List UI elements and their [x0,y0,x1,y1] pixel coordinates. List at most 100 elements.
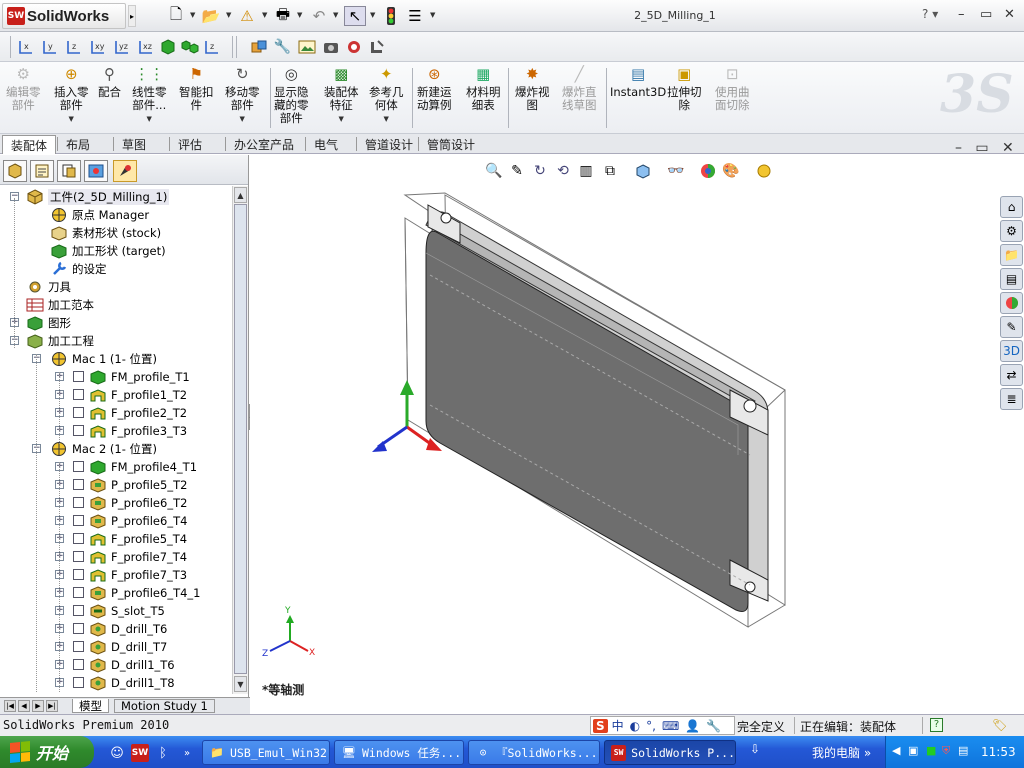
settings-wrench-icon[interactable]: 🔧 [706,719,721,733]
tree-item[interactable]: − 加工工程 [0,332,232,350]
tree-item[interactable]: + F_profile5_T4 [0,530,232,548]
tree-item[interactable]: + D_drill_T7 [0,638,232,656]
graphics-area[interactable]: Y X Z [250,155,1024,714]
tray-antivirus-icon[interactable]: ⛨ [942,744,950,758]
ribbon-button-1[interactable]: ⊕ 插入零 部件 ▼ [54,64,89,126]
tab-3[interactable]: 评估 [170,135,210,154]
appearances-icon[interactable] [1000,292,1023,314]
zoom-to-fit-icon[interactable]: 🔍 [484,162,504,180]
open-folder-icon[interactable]: 📂 [200,6,222,26]
sketch-tool-1-icon[interactable]: x [15,36,36,58]
file-explorer-icon[interactable]: ▤ [1000,268,1023,290]
print-icon[interactable]: 🖶 [272,5,294,26]
viewport-minimize-button[interactable]: – [955,140,962,156]
ribbon-button-15[interactable]: ⊡ 使用曲 面切除 [715,64,750,112]
punctuation-icon[interactable]: °, [646,719,656,733]
ribbon-button-12[interactable]: ╱ 爆炸直 线草图 [562,64,597,112]
restore-button[interactable]: ▭ [980,7,992,22]
ribbon-button-6[interactable]: ◎ 显示隐 藏的零 部件 [274,64,309,125]
tab-5[interactable]: 电气 [306,135,346,154]
visibility-checkbox[interactable] [73,515,84,526]
tree-item[interactable]: + F_profile7_T4 [0,548,232,566]
ribbon-button-4[interactable]: ⚑ 智能扣 件 [179,64,214,112]
ribbon-button-3[interactable]: ⋮⋮ 线性零 部件... ▼ [132,64,167,126]
ribbon-button-9[interactable]: ⊛ 新建运 动算例 [417,64,452,112]
undo-icon[interactable]: ↶ [308,6,330,26]
sketch-tool-7-icon[interactable]: z [201,36,222,58]
tree-item[interactable]: + F_profile1_T2 [0,386,232,404]
tab-4[interactable]: 办公室产品 [226,135,302,154]
close-button[interactable]: ✕ [1004,7,1015,22]
select-cursor-icon[interactable]: ↖ [344,6,366,26]
lighting-icon[interactable] [754,162,774,180]
sketch-tool-6-icon[interactable]: xz [135,36,156,58]
traffic-light-icon[interactable] [380,6,402,26]
tree-item[interactable]: − Mac 1 (1- 位置) [0,350,232,368]
ribbon-button-10[interactable]: ▦ 材料明 细表 [466,64,501,112]
tree-item[interactable]: + F_profile3_T3 [0,422,232,440]
visibility-checkbox[interactable] [73,497,84,508]
dropdown-arrow-icon[interactable]: ▼ [69,113,74,126]
tray-display-icon[interactable]: ▤ [958,744,968,757]
help-icon[interactable]: ? ▾ [922,7,938,21]
toolpath-icon[interactable]: ⇄ [1000,364,1023,386]
hide-show-icon[interactable]: 👓 [666,162,686,180]
tree-item[interactable]: 素材形状 (stock) [0,224,232,242]
visibility-checkbox[interactable] [73,533,84,544]
tray-app-icon[interactable]: ■ [926,744,936,757]
tree-item[interactable]: − 工件(2_5D_Milling_1) [0,188,232,206]
image-tool-icon[interactable] [296,36,317,58]
tab-motion-study[interactable]: Motion Study 1 [114,699,215,713]
options-dropdown-icon[interactable]: ▼ [430,11,435,19]
visibility-checkbox[interactable] [73,569,84,580]
sketch-tool-5-icon[interactable]: yz [111,36,132,58]
tree-item[interactable]: + D_drill_T6 [0,620,232,638]
tree-item[interactable]: + 图形 [0,314,232,332]
sketch-tool-3-icon[interactable]: z [63,36,84,58]
prev-tab-icon[interactable]: ◀ [18,700,30,712]
ribbon-button-5[interactable]: ↻ 移动零 部件 ▼ [225,64,260,126]
visibility-checkbox[interactable] [73,371,84,382]
visibility-checkbox[interactable] [73,479,84,490]
3d-content-icon[interactable]: 3D [1000,340,1023,362]
sketch-tool-2-icon[interactable]: y [39,36,60,58]
tree-item[interactable]: + FM_profile4_T1 [0,458,232,476]
visibility-checkbox[interactable] [73,461,84,472]
tree-item[interactable]: + D_drill1_T8 [0,674,232,692]
tree-item[interactable]: − Mac 2 (1- 位置) [0,440,232,458]
home-icon[interactable]: ⌂ [1000,196,1023,218]
ribbon-button-2[interactable]: ⚲ 配合 [98,64,121,99]
open-dropdown-icon[interactable]: ▼ [226,11,231,19]
quicklaunch-solidworks-icon[interactable]: SW [131,744,149,762]
solidworks-menu-button[interactable]: SW SolidWorks [2,3,126,29]
zoom-area-icon[interactable]: ✎ [507,162,527,180]
first-tab-icon[interactable]: |◀ [4,700,16,712]
next-tab-icon[interactable]: ▶ [32,700,44,712]
visibility-checkbox[interactable] [73,677,84,688]
quicklaunch-messenger-icon[interactable]: ☺ [108,744,126,762]
tree-item[interactable]: 的设定 [0,260,232,278]
taskbar-task-2[interactable]: ⊙ 『SolidWorks... [468,740,600,765]
undo-dropdown-icon[interactable]: ▼ [333,11,338,19]
tray-back-icon[interactable]: ◀ [892,744,900,757]
tree-item[interactable]: + D_drill1_T6 [0,656,232,674]
visibility-checkbox[interactable] [73,659,84,670]
tab-2[interactable]: 草图 [114,135,154,154]
tree-item[interactable]: + P_profile6_T2 [0,494,232,512]
minimize-button[interactable]: – [958,7,965,22]
visibility-checkbox[interactable] [73,641,84,652]
visibility-checkbox[interactable] [73,623,84,634]
quicklaunch-expand-icon[interactable]: » [178,744,196,762]
new-document-icon[interactable]: 🗋 [165,5,187,26]
tree-item[interactable]: + P_profile6_T4_1 [0,584,232,602]
start-button[interactable]: 开始 [0,736,94,768]
property-manager-tab-icon[interactable] [30,160,54,182]
new-dropdown-icon[interactable]: ▼ [190,11,195,19]
menu-expand-arrow[interactable]: ▸ [128,5,136,27]
rebuild-dropdown-icon[interactable]: ▼ [262,11,267,19]
select-dropdown-icon[interactable]: ▼ [370,11,375,19]
tab-7[interactable]: 管筒设计 [419,135,483,154]
component-tool-1-icon[interactable] [248,36,269,58]
display-style-icon[interactable] [633,162,653,180]
render-tool-icon[interactable] [343,36,364,58]
